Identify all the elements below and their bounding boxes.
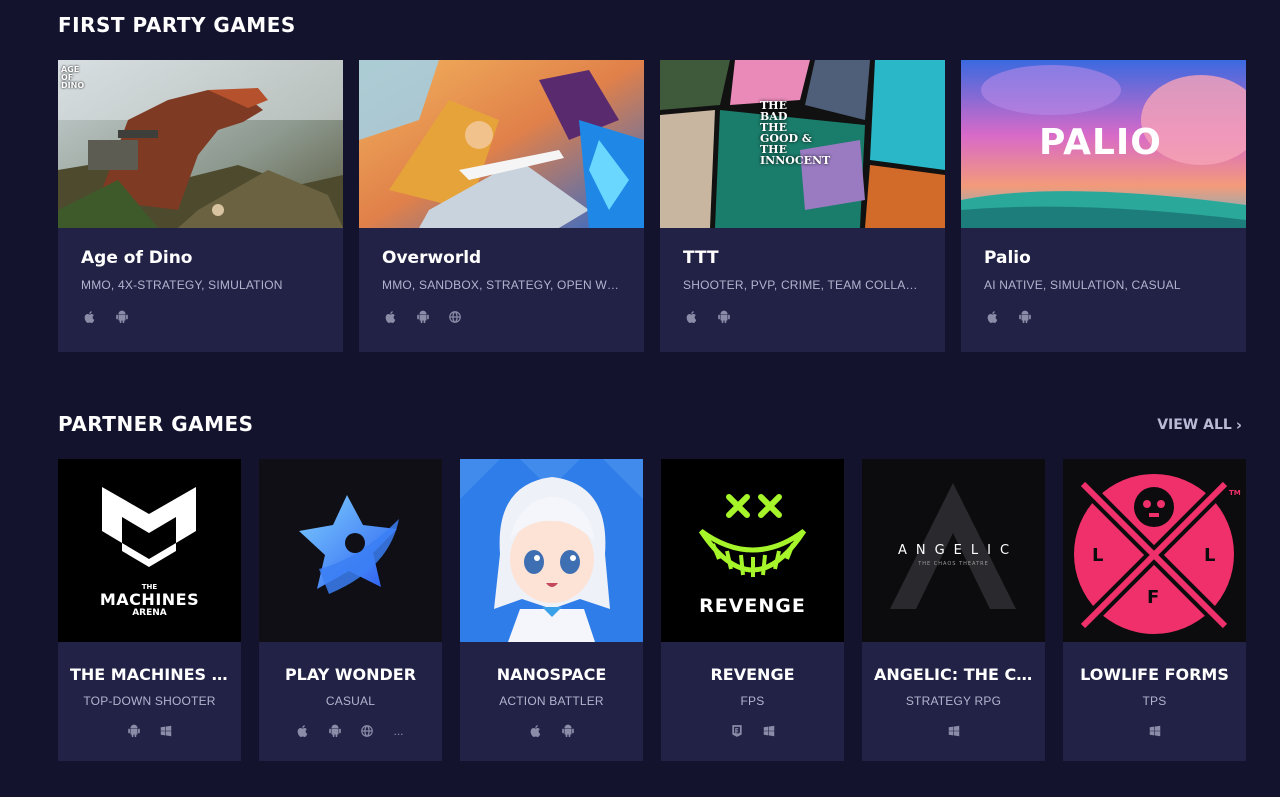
partner-section-title: PARTNER GAMES (58, 412, 254, 436)
platform-list (460, 722, 643, 740)
game-title: THE MACHINES ARENA (70, 665, 241, 684)
windows-icon[interactable] (945, 722, 963, 740)
game-title: Overworld (382, 248, 482, 268)
overworld-cover-art (359, 60, 644, 228)
lowlife-forms-logo-art: L L F TM (1063, 459, 1246, 642)
play-wonder-star-logo (299, 495, 399, 594)
view-all-link[interactable]: VIEW ALL › (1157, 416, 1242, 434)
angelic-logo-line: THE CHAOS THEATRE (918, 561, 989, 567)
game-tags: MMO, SANDBOX, STRATEGY, OPEN WORLD (382, 278, 621, 292)
game-card-ttt[interactable]: THE BAD THE GOOD & THE INNOCENT TTT SHOO… (660, 60, 945, 352)
ttt-logo: THE BAD THE GOOD & THE INNOCENT (760, 100, 830, 166)
machines-logo-text: THE MACHINES ARENA (58, 583, 241, 619)
web-globe-icon[interactable] (358, 722, 376, 740)
game-genre: TOP-DOWN SHOOTER (83, 694, 216, 708)
machines-logo-line: ARENA (132, 608, 167, 618)
apple-icon[interactable] (294, 722, 312, 740)
platform-list (862, 722, 1045, 740)
game-title: ANGELIC: THE CHAOS THEATRE (874, 665, 1045, 684)
age-of-dino-cover-art: AGE OF DINO (58, 60, 343, 228)
ttt-cover-art: THE BAD THE GOOD & THE INNOCENT (660, 60, 945, 228)
game-tags: MMO, 4X-STRATEGY, SIMULATION (81, 278, 283, 292)
apple-icon[interactable] (683, 308, 701, 326)
game-genre: TPS (1142, 694, 1167, 708)
game-title: Age of Dino (81, 248, 193, 268)
lowlife-forms-emblem (1074, 474, 1234, 634)
platform-list (58, 722, 241, 740)
game-card-the-machines-arena[interactable]: THE MACHINES ARENA THE MACHINES ARENA TO… (58, 459, 241, 761)
game-genre: STRATEGY RPG (905, 694, 1002, 708)
machines-logo-line: MACHINES (99, 590, 200, 609)
view-all-label: VIEW ALL (1157, 417, 1232, 433)
game-title: REVENGE (710, 665, 795, 684)
play-wonder-logo-art (259, 459, 442, 642)
epic-games-icon[interactable] (728, 722, 746, 740)
windows-icon[interactable] (157, 722, 175, 740)
partner-games-row: THE MACHINES ARENA THE MACHINES ARENA TO… (58, 459, 1246, 761)
android-icon[interactable] (125, 722, 143, 740)
android-icon[interactable] (326, 722, 344, 740)
platform-list (81, 308, 320, 326)
game-card-nanospace[interactable]: NANOSPACE ACTION BATTLER (460, 459, 643, 761)
more-platforms-indicator[interactable]: ... (390, 722, 408, 740)
game-card-lowlife-forms[interactable]: L L F TM LOWLIFE FORMS TPS (1063, 459, 1246, 761)
platform-list (984, 308, 1223, 326)
game-tags: AI NATIVE, SIMULATION, CASUAL (984, 278, 1181, 292)
windows-icon[interactable] (760, 722, 778, 740)
apple-icon[interactable] (984, 308, 1002, 326)
angelic-logo-line: ANGELIC (897, 543, 1019, 558)
revenge-wordmark: REVENGE (699, 595, 806, 617)
windows-icon[interactable] (1146, 722, 1164, 740)
game-title: PLAY WONDER (284, 665, 417, 684)
overworld-illustration (359, 60, 644, 228)
llf-letter-right: L (1204, 545, 1216, 566)
game-title: NANOSPACE (496, 665, 607, 684)
palio-cover-art: PALIO (961, 60, 1246, 228)
android-icon[interactable] (715, 308, 733, 326)
apple-icon[interactable] (382, 308, 400, 326)
angelic-wordmark: ANGELIC THE CHAOS THEATRE (862, 543, 1045, 567)
web-globe-icon[interactable] (446, 308, 464, 326)
android-icon[interactable] (414, 308, 432, 326)
trademark-mark: TM (1229, 489, 1241, 497)
game-title: LOWLIFE FORMS (1080, 665, 1229, 684)
android-icon[interactable] (559, 722, 577, 740)
game-title: Palio (984, 248, 1031, 268)
game-title: TTT (683, 248, 719, 268)
game-card-play-wonder[interactable]: PLAY WONDER CASUAL ... (259, 459, 442, 761)
nanospace-illustration (460, 459, 643, 642)
llf-letter-left: L (1092, 545, 1104, 566)
chevron-right-icon: › (1235, 416, 1242, 434)
first-party-games-row: AGE OF DINO Age of Dino MMO, 4X-STRATEGY… (58, 60, 1246, 352)
age-of-dino-illustration (58, 60, 343, 228)
android-icon[interactable] (113, 308, 131, 326)
revenge-logo-art: REVENGE (661, 459, 844, 642)
nanospace-character-art (460, 459, 643, 642)
game-card-revenge[interactable]: REVENGE REVENGE FPS (661, 459, 844, 761)
game-genre: CASUAL (325, 694, 376, 708)
game-card-palio[interactable]: PALIO Palio AI NATIVE, SIMULATION, CASUA… (961, 60, 1246, 352)
apple-icon[interactable] (527, 722, 545, 740)
age-of-dino-logo: AGE OF DINO (61, 65, 85, 90)
platform-list (382, 308, 621, 326)
game-card-age-of-dino[interactable]: AGE OF DINO Age of Dino MMO, 4X-STRATEGY… (58, 60, 343, 352)
game-card-overworld[interactable]: Overworld MMO, SANDBOX, STRATEGY, OPEN W… (359, 60, 644, 352)
apple-icon[interactable] (81, 308, 99, 326)
android-icon[interactable] (1016, 308, 1034, 326)
platform-list (661, 722, 844, 740)
ttt-logo-line: INNOCENT (760, 154, 831, 167)
game-genre: FPS (740, 694, 765, 708)
game-tags: SHOOTER, PVP, CRIME, TEAM COLLABORATION (683, 278, 922, 292)
angelic-logo-art: ANGELIC THE CHAOS THEATRE (862, 459, 1045, 642)
game-card-angelic[interactable]: ANGELIC THE CHAOS THEATRE ANGELIC: THE C… (862, 459, 1045, 761)
platform-list (1063, 722, 1246, 740)
the-machines-arena-logo-art: THE MACHINES ARENA (58, 459, 241, 642)
palio-logo: PALIO (1039, 122, 1162, 163)
game-genre: ACTION BATTLER (499, 694, 604, 708)
llf-letter-bottom: F (1147, 587, 1160, 608)
first-party-section-title: FIRST PARTY GAMES (58, 13, 296, 37)
platform-list: ... (259, 722, 442, 740)
platform-list (683, 308, 922, 326)
